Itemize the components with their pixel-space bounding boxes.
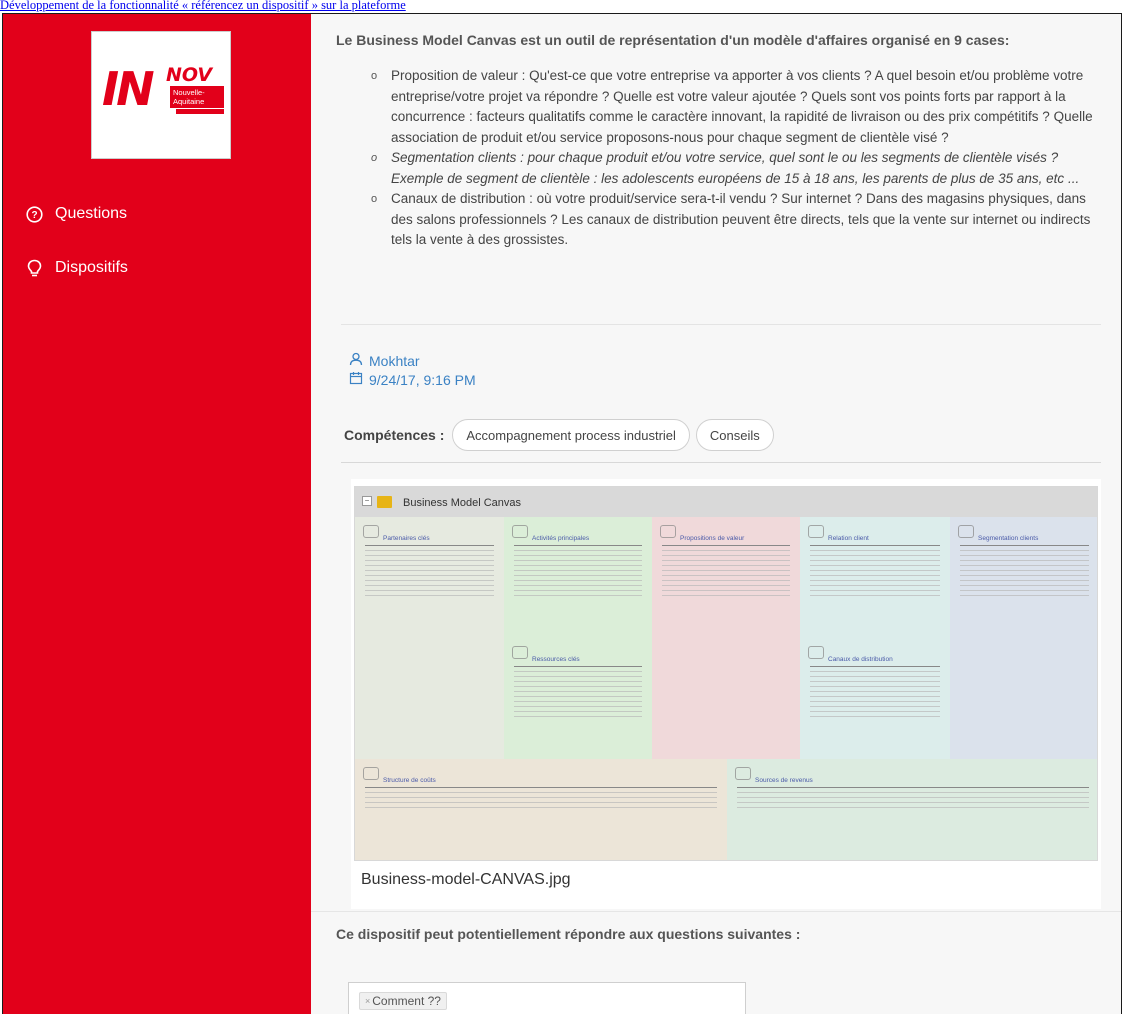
divider — [341, 324, 1101, 325]
cell-body-text — [514, 671, 642, 717]
canvas-cell: Ressources clés — [504, 638, 652, 759]
competences-label: Compétences : — [344, 427, 445, 443]
description-list: Proposition de valeur : Qu'est-ce que vo… — [369, 66, 1109, 251]
canvas-cell-title: Segmentation clients — [978, 535, 1039, 542]
folder-icon — [377, 496, 392, 508]
cell-body-text — [810, 671, 940, 717]
canvas-cell: Propositions de valeur — [652, 517, 800, 759]
list-item: Segmentation clients : pour chaque produ… — [369, 148, 1109, 189]
canvas-cell-title: Structure de coûts — [383, 777, 436, 784]
divider — [365, 787, 717, 788]
user-icon — [349, 352, 363, 369]
divider — [514, 666, 642, 667]
canvas-cell: Relation client — [800, 517, 950, 638]
resource-icon — [512, 646, 528, 659]
canvas-cell: Partenaires clés — [355, 517, 504, 759]
canvas-cell-title: Partenaires clés — [383, 535, 430, 542]
lightbulb-icon — [25, 259, 43, 277]
canvas-cell: Canaux de distribution — [800, 638, 950, 759]
sidebar-item-dispositifs[interactable]: Dispositifs — [25, 259, 128, 277]
logo-in-text: IN — [102, 62, 155, 116]
question-tag-label: Comment ?? — [372, 994, 441, 1008]
canvas-cell-title: Canaux de distribution — [828, 656, 893, 663]
remove-tag-icon[interactable]: × — [365, 996, 370, 1006]
canvas-cell-title: Relation client — [828, 535, 869, 542]
cell-body-text — [365, 792, 717, 808]
date-text: 9/24/17, 9:16 PM — [369, 371, 476, 388]
handshake-icon — [363, 525, 379, 538]
divider — [810, 666, 940, 667]
cell-body-text — [365, 550, 494, 596]
tag-icon — [363, 767, 379, 780]
cell-body-text — [737, 792, 1089, 808]
questions-title: Ce dispositif peut potentiellement répon… — [311, 911, 1121, 951]
heart-icon — [808, 525, 824, 538]
svg-text:?: ? — [31, 210, 37, 221]
question-circle-icon: ? — [25, 205, 43, 223]
divider — [514, 545, 642, 546]
cell-body-text — [960, 550, 1089, 596]
competence-chip[interactable]: Conseils — [695, 419, 774, 451]
post-date: 9/24/17, 9:16 PM — [349, 371, 476, 388]
app-frame: IN NOV Nouvelle-Aquitaine ? Questions Di… — [2, 13, 1122, 1014]
page-caption-link[interactable]: Développement de la fonctionnalité « réf… — [0, 0, 1124, 13]
divider — [341, 462, 1101, 463]
canvas-cell-title: Sources de revenus — [755, 777, 813, 784]
canvas-cell: Sources de revenus — [727, 759, 1097, 860]
sidebar-item-label: Questions — [55, 205, 128, 222]
divider — [737, 787, 1089, 788]
money-bag-icon — [735, 767, 751, 780]
list-item: Canaux de distribution : où votre produi… — [369, 189, 1109, 251]
truck-icon — [808, 646, 824, 659]
cell-body-text — [514, 550, 642, 596]
description-title: Le Business Model Canvas est un outil de… — [336, 32, 1010, 48]
calendar-icon — [349, 371, 363, 388]
collapse-icon: − — [362, 496, 372, 506]
author-link[interactable]: Mokhtar — [349, 352, 420, 369]
cell-body-text — [810, 550, 940, 596]
person-icon — [958, 525, 974, 538]
canvas-image[interactable]: − Business Model Canvas Partenaires clés… — [354, 486, 1098, 861]
canvas-cell-title: Activités principales — [532, 535, 590, 542]
canvas-cell: Segmentation clients — [950, 517, 1097, 759]
question-tag[interactable]: × Comment ?? — [359, 992, 447, 1010]
canvas-header: − Business Model Canvas — [355, 487, 1097, 517]
divider — [662, 545, 790, 546]
gift-icon — [660, 525, 676, 538]
competence-chip[interactable]: Accompagnement process industriel — [452, 419, 690, 451]
divider — [810, 545, 940, 546]
competences-row: Compétences : Accompagnement process ind… — [344, 419, 774, 451]
canvas-cell: Structure de coûts — [355, 759, 727, 860]
canvas-cell: Activités principales — [504, 517, 652, 638]
canvas-cell-title: Propositions de valeur — [680, 535, 745, 542]
divider — [960, 545, 1089, 546]
logo-bar — [176, 109, 224, 114]
activity-icon — [512, 525, 528, 538]
divider — [365, 545, 494, 546]
cell-body-text — [662, 550, 790, 596]
logo-region-text: Nouvelle-Aquitaine — [170, 86, 224, 108]
question-tags-input[interactable]: × Comment ?? — [348, 982, 746, 1014]
author-name: Mokhtar — [369, 352, 420, 369]
logo-nov-text: NOV — [166, 64, 213, 86]
sidebar-item-questions[interactable]: ? Questions — [25, 205, 127, 223]
attachment-filename[interactable]: Business-model-CANVAS.jpg — [361, 871, 571, 889]
sidebar: IN NOV Nouvelle-Aquitaine ? Questions Di… — [3, 14, 311, 1014]
list-item: Proposition de valeur : Qu'est-ce que vo… — [369, 66, 1109, 148]
innov-logo[interactable]: IN NOV Nouvelle-Aquitaine — [91, 31, 231, 159]
sidebar-item-label: Dispositifs — [55, 259, 128, 276]
canvas-cell-title: Ressources clés — [532, 656, 580, 663]
attachment-card: − Business Model Canvas Partenaires clés… — [351, 479, 1101, 909]
canvas-header-title: Business Model Canvas — [403, 497, 522, 509]
main-content: Le Business Model Canvas est un outil de… — [311, 14, 1121, 1014]
